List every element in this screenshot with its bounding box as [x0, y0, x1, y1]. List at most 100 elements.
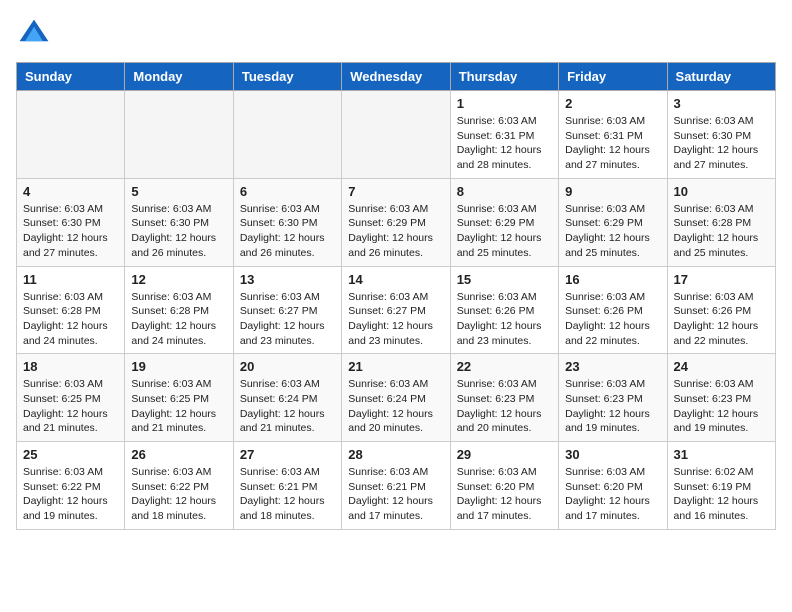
calendar-cell: 23 Sunrise: 6:03 AMSunset: 6:23 PMDayligh…: [559, 354, 667, 442]
day-number: 4: [23, 184, 118, 199]
day-info: Sunrise: 6:03 AMSunset: 6:26 PMDaylight:…: [457, 290, 552, 349]
calendar-cell: [342, 91, 450, 179]
day-number: 9: [565, 184, 660, 199]
day-info: Sunrise: 6:03 AMSunset: 6:31 PMDaylight:…: [565, 114, 660, 173]
day-header-wednesday: Wednesday: [342, 63, 450, 91]
day-info: Sunrise: 6:03 AMSunset: 6:24 PMDaylight:…: [240, 377, 335, 436]
day-header-saturday: Saturday: [667, 63, 775, 91]
day-number: 5: [131, 184, 226, 199]
day-info: Sunrise: 6:03 AMSunset: 6:26 PMDaylight:…: [565, 290, 660, 349]
day-number: 18: [23, 359, 118, 374]
day-info: Sunrise: 6:03 AMSunset: 6:23 PMDaylight:…: [674, 377, 769, 436]
calendar-cell: 3Sunrise: 6:03 AMSunset: 6:30 PMDaylight…: [667, 91, 775, 179]
calendar-cell: 24 Sunrise: 6:03 AMSunset: 6:23 PMDayligh…: [667, 354, 775, 442]
day-info: Sunrise: 6:03 AMSunset: 6:23 PMDaylight:…: [565, 377, 660, 436]
logo-icon: [16, 16, 52, 52]
day-header-monday: Monday: [125, 63, 233, 91]
day-number: 29: [457, 447, 552, 462]
day-info: Sunrise: 6:03 AMSunset: 6:28 PMDaylight:…: [674, 202, 769, 261]
day-number: 19: [131, 359, 226, 374]
calendar-cell: 1 Sunrise: 6:03 AMSunset: 6:31 PMDaylight…: [450, 91, 558, 179]
day-info: Sunrise: 6:03 AMSunset: 6:20 PMDaylight:…: [457, 465, 552, 524]
day-number: 23: [565, 359, 660, 374]
calendar-cell: 8 Sunrise: 6:03 AMSunset: 6:29 PMDaylight…: [450, 178, 558, 266]
calendar-week-row: 4 Sunrise: 6:03 AMSunset: 6:30 PMDaylight…: [17, 178, 776, 266]
day-number: 22: [457, 359, 552, 374]
day-number: 25: [23, 447, 118, 462]
day-header-thursday: Thursday: [450, 63, 558, 91]
day-info: Sunrise: 6:03 AMSunset: 6:29 PMDaylight:…: [565, 202, 660, 261]
day-number: 1: [457, 96, 552, 111]
day-info: Sunrise: 6:03 AMSunset: 6:26 PMDaylight:…: [674, 290, 769, 349]
day-number: 28: [348, 447, 443, 462]
calendar-cell: [233, 91, 341, 179]
calendar-cell: 28 Sunrise: 6:03 AMSunset: 6:21 PMDayligh…: [342, 442, 450, 530]
day-info: Sunrise: 6:03 AMSunset: 6:28 PMDaylight:…: [131, 290, 226, 349]
day-number: 12: [131, 272, 226, 287]
calendar-table: SundayMondayTuesdayWednesdayThursdayFrid…: [16, 62, 776, 530]
day-info: Sunrise: 6:02 AMSunset: 6:19 PMDaylight:…: [674, 465, 769, 524]
day-info: Sunrise: 6:03 AMSunset: 6:23 PMDaylight:…: [457, 377, 552, 436]
day-info: Sunrise: 6:03 AMSunset: 6:21 PMDaylight:…: [240, 465, 335, 524]
day-info: Sunrise: 6:03 AMSunset: 6:30 PMDaylight:…: [23, 202, 118, 261]
day-info: Sunrise: 6:03 AMSunset: 6:29 PMDaylight:…: [348, 202, 443, 261]
day-info: Sunrise: 6:03 AMSunset: 6:30 PMDaylight:…: [131, 202, 226, 261]
calendar-cell: 4 Sunrise: 6:03 AMSunset: 6:30 PMDaylight…: [17, 178, 125, 266]
calendar-cell: 20 Sunrise: 6:03 AMSunset: 6:24 PMDayligh…: [233, 354, 341, 442]
day-number: 10: [674, 184, 769, 199]
calendar-week-row: 18 Sunrise: 6:03 AMSunset: 6:25 PMDayligh…: [17, 354, 776, 442]
day-number: 20: [240, 359, 335, 374]
calendar-cell: 15 Sunrise: 6:03 AMSunset: 6:26 PMDayligh…: [450, 266, 558, 354]
calendar-cell: 16 Sunrise: 6:03 AMSunset: 6:26 PMDayligh…: [559, 266, 667, 354]
day-info: Sunrise: 6:03 AMSunset: 6:24 PMDaylight:…: [348, 377, 443, 436]
day-info: Sunrise: 6:03 AMSunset: 6:29 PMDaylight:…: [457, 202, 552, 261]
calendar-cell: 27 Sunrise: 6:03 AMSunset: 6:21 PMDayligh…: [233, 442, 341, 530]
day-info: Sunrise: 6:03 AMSunset: 6:27 PMDaylight:…: [348, 290, 443, 349]
day-number: 30: [565, 447, 660, 462]
day-info: Sunrise: 6:03 AMSunset: 6:30 PMDaylight:…: [240, 202, 335, 261]
calendar-cell: 2 Sunrise: 6:03 AMSunset: 6:31 PMDaylight…: [559, 91, 667, 179]
day-number: 8: [457, 184, 552, 199]
day-header-sunday: Sunday: [17, 63, 125, 91]
day-info: Sunrise: 6:03 AMSunset: 6:22 PMDaylight:…: [131, 465, 226, 524]
day-header-friday: Friday: [559, 63, 667, 91]
day-number: 24: [674, 359, 769, 374]
day-number: 15: [457, 272, 552, 287]
calendar-week-row: 25 Sunrise: 6:03 AMSunset: 6:22 PMDayligh…: [17, 442, 776, 530]
day-number: 27: [240, 447, 335, 462]
calendar-cell: 9 Sunrise: 6:03 AMSunset: 6:29 PMDaylight…: [559, 178, 667, 266]
day-info: Sunrise: 6:03 AMSunset: 6:20 PMDaylight:…: [565, 465, 660, 524]
calendar-week-row: 1 Sunrise: 6:03 AMSunset: 6:31 PMDaylight…: [17, 91, 776, 179]
calendar-cell: 25 Sunrise: 6:03 AMSunset: 6:22 PMDayligh…: [17, 442, 125, 530]
calendar-cell: 21Sunrise: 6:03 AMSunset: 6:24 PMDayligh…: [342, 354, 450, 442]
day-info: Sunrise: 6:03 AMSunset: 6:22 PMDaylight:…: [23, 465, 118, 524]
calendar-cell: 10 Sunrise: 6:03 AMSunset: 6:28 PMDayligh…: [667, 178, 775, 266]
calendar-cell: 30 Sunrise: 6:03 AMSunset: 6:20 PMDayligh…: [559, 442, 667, 530]
calendar-cell: 12 Sunrise: 6:03 AMSunset: 6:28 PMDayligh…: [125, 266, 233, 354]
calendar-cell: 18Sunrise: 6:03 AMSunset: 6:25 PMDayligh…: [17, 354, 125, 442]
day-info: Sunrise: 6:03 AMSunset: 6:21 PMDaylight:…: [348, 465, 443, 524]
day-info: Sunrise: 6:03 AMSunset: 6:31 PMDaylight:…: [457, 114, 552, 173]
calendar-cell: 7Sunrise: 6:03 AMSunset: 6:29 PMDaylight…: [342, 178, 450, 266]
day-number: 16: [565, 272, 660, 287]
calendar-cell: 11 Sunrise: 6:03 AMSunset: 6:28 PMDayligh…: [17, 266, 125, 354]
calendar-cell: 5 Sunrise: 6:03 AMSunset: 6:30 PMDaylight…: [125, 178, 233, 266]
day-number: 14: [348, 272, 443, 287]
day-header-tuesday: Tuesday: [233, 63, 341, 91]
day-number: 2: [565, 96, 660, 111]
day-number: 17: [674, 272, 769, 287]
day-number: 6: [240, 184, 335, 199]
day-number: 3: [674, 96, 769, 111]
calendar-week-row: 11 Sunrise: 6:03 AMSunset: 6:28 PMDayligh…: [17, 266, 776, 354]
logo: [16, 16, 58, 52]
calendar-cell: 29 Sunrise: 6:03 AMSunset: 6:20 PMDayligh…: [450, 442, 558, 530]
calendar-cell: [17, 91, 125, 179]
day-number: 11: [23, 272, 118, 287]
calendar-cell: 31Sunrise: 6:02 AMSunset: 6:19 PMDayligh…: [667, 442, 775, 530]
day-info: Sunrise: 6:03 AMSunset: 6:27 PMDaylight:…: [240, 290, 335, 349]
calendar-cell: 26 Sunrise: 6:03 AMSunset: 6:22 PMDayligh…: [125, 442, 233, 530]
day-info: Sunrise: 6:03 AMSunset: 6:28 PMDaylight:…: [23, 290, 118, 349]
calendar-cell: 14 Sunrise: 6:03 AMSunset: 6:27 PMDayligh…: [342, 266, 450, 354]
day-number: 26: [131, 447, 226, 462]
day-info: Sunrise: 6:03 AMSunset: 6:25 PMDaylight:…: [131, 377, 226, 436]
